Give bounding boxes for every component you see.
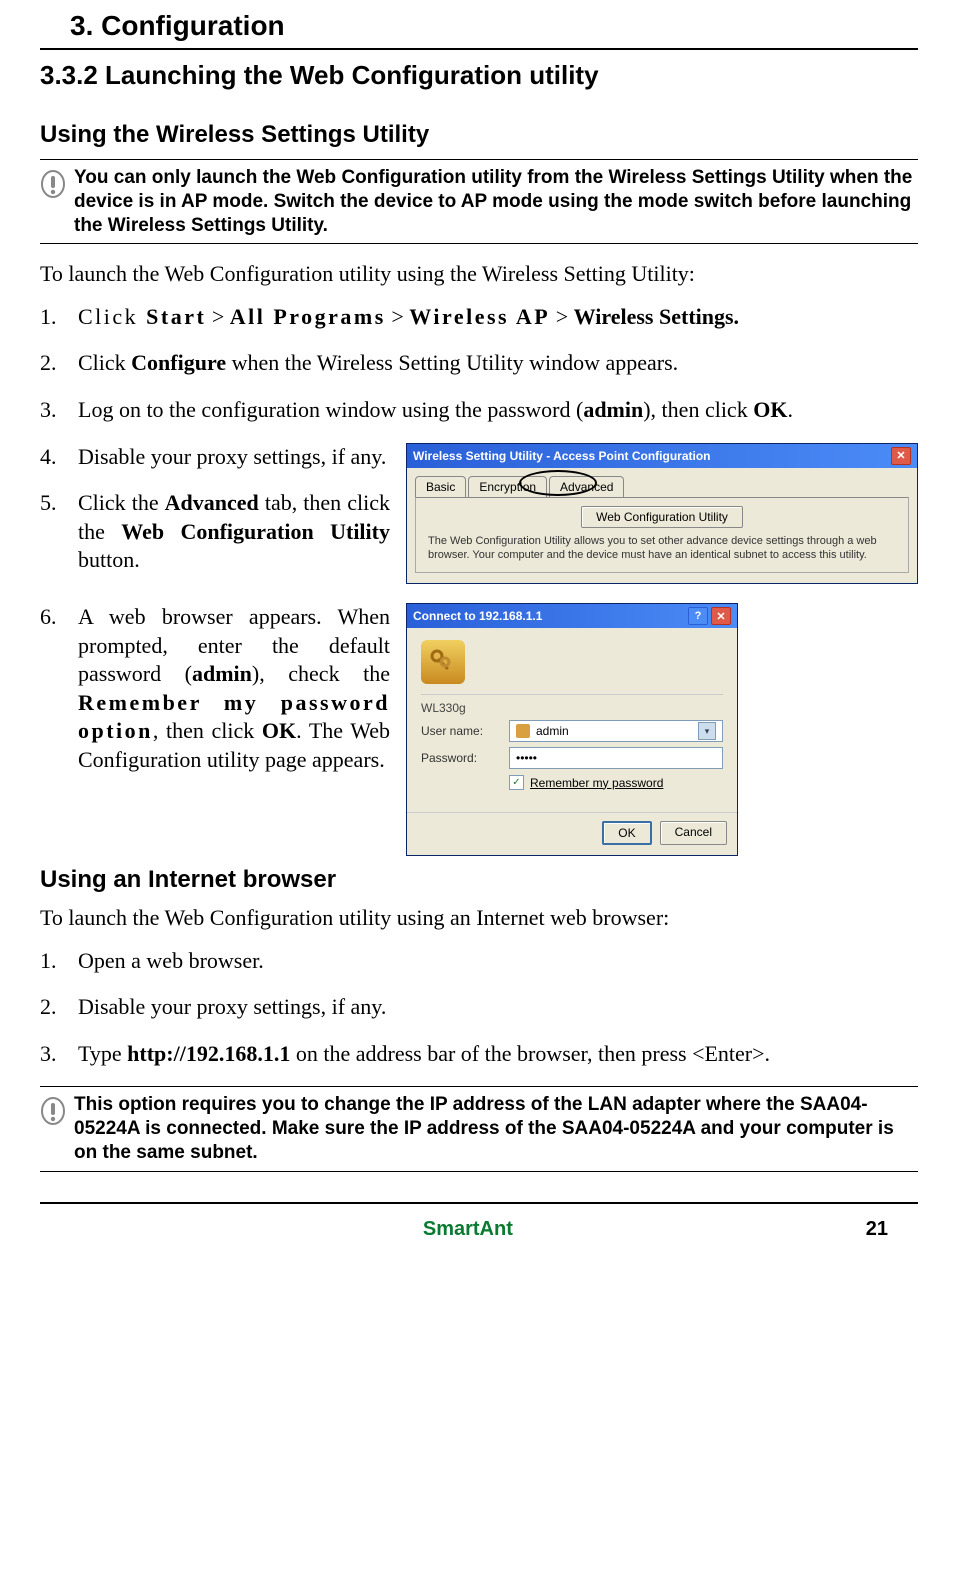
dialog-title: Connect to 192.168.1.1: [413, 609, 542, 623]
chevron-down-icon[interactable]: ▾: [698, 722, 716, 740]
ok-button[interactable]: OK: [602, 821, 651, 845]
password-field[interactable]: •••••: [509, 747, 723, 769]
step-5-text: Click the Advanced tab, then click the W…: [78, 489, 390, 575]
connect-dialog: Connect to 192.168.1.1 ? ✕: [406, 603, 738, 856]
step-6-text: A web browser appears. When prompted, en…: [78, 603, 390, 775]
section-title: 3.3.2 Launching the Web Configuration ut…: [40, 60, 918, 91]
intro-2: To launch the Web Configuration utility …: [40, 904, 918, 933]
dialog-section-label: WL330g: [421, 701, 723, 715]
steps-list-1: 1. Click Start > All Programs > Wireless…: [40, 303, 918, 425]
step-number: 1.: [40, 947, 64, 976]
cancel-button[interactable]: Cancel: [660, 821, 727, 845]
steps-list-2: 1. Open a web browser. 2. Disable your p…: [40, 947, 918, 1069]
intro-1: To launch the Web Configuration utility …: [40, 260, 918, 289]
subhead-wireless-settings: Using the Wireless Settings Utility: [40, 121, 918, 149]
step-number: 4.: [40, 443, 64, 472]
username-field[interactable]: admin ▾: [509, 720, 723, 742]
close-icon[interactable]: ✕: [891, 447, 911, 465]
step-number: 6.: [40, 603, 64, 775]
step-b3-text: Type http://192.168.1.1 on the address b…: [78, 1040, 918, 1069]
step-number: 3.: [40, 1040, 64, 1069]
step-b1-text: Open a web browser.: [78, 947, 918, 976]
tab-basic[interactable]: Basic: [415, 476, 466, 497]
step-number: 5.: [40, 489, 64, 575]
warning-icon: [40, 1097, 66, 1132]
note-block-1: You can only launch the Web Configuratio…: [40, 159, 918, 244]
tab-encryption[interactable]: Encryption: [468, 476, 547, 497]
step-number: 1.: [40, 303, 64, 332]
wireless-setting-utility-window: Wireless Setting Utility - Access Point …: [406, 443, 918, 585]
step-3-text: Log on to the configuration window using…: [78, 396, 918, 425]
divider: [40, 48, 918, 50]
step-4-text: Disable your proxy settings, if any.: [78, 443, 390, 472]
keys-icon: [421, 640, 465, 684]
remember-password-label: Remember my password: [530, 776, 663, 790]
warning-icon: [40, 170, 66, 205]
note-text-1: You can only launch the Web Configuratio…: [74, 166, 918, 237]
remember-password-checkbox[interactable]: ✓: [509, 775, 524, 790]
tab-advanced[interactable]: Advanced: [549, 476, 624, 497]
footer-page-number: 21: [866, 1218, 888, 1241]
step-number: 2.: [40, 993, 64, 1022]
footer-brand: SmartAnt: [423, 1218, 513, 1241]
window-title: Wireless Setting Utility - Access Point …: [413, 449, 711, 463]
help-icon[interactable]: ?: [688, 607, 708, 625]
step-number: 3.: [40, 396, 64, 425]
note-text-2: This option requires you to change the I…: [74, 1093, 918, 1164]
note-block-2: This option requires you to change the I…: [40, 1086, 918, 1171]
web-config-utility-button[interactable]: Web Configuration Utility: [581, 506, 743, 528]
step-1-text: Click Start > All Programs > Wireless AP…: [78, 303, 918, 332]
password-label: Password:: [421, 751, 501, 765]
step-b2-text: Disable your proxy settings, if any.: [78, 993, 918, 1022]
chapter-title: 3. Configuration: [70, 10, 918, 42]
subhead-internet-browser: Using an Internet browser: [40, 866, 918, 894]
user-icon: [516, 724, 530, 738]
page-footer: SmartAnt 21: [40, 1202, 918, 1241]
window-hint-text: The Web Configuration Utility allows you…: [428, 534, 896, 563]
step-number: 2.: [40, 349, 64, 378]
close-icon[interactable]: ✕: [711, 607, 731, 625]
username-label: User name:: [421, 724, 501, 738]
step-2-text: Click Configure when the Wireless Settin…: [78, 349, 918, 378]
